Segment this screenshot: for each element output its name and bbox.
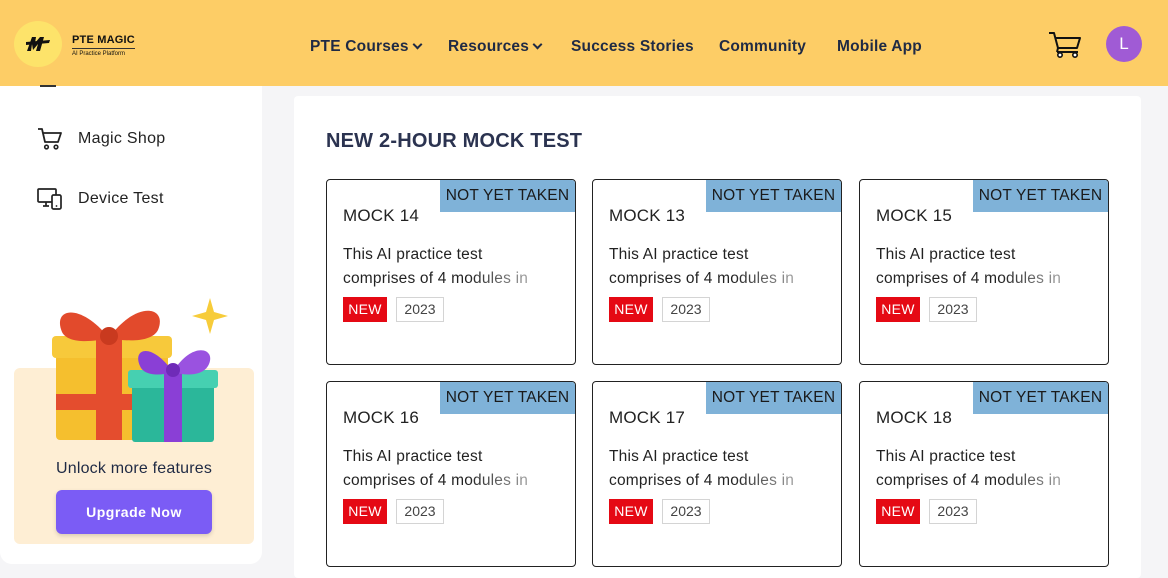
nav-pte-courses[interactable]: PTE Courses [310, 38, 423, 56]
upgrade-now-button[interactable]: Upgrade Now [56, 490, 212, 534]
mock-title: MOCK 15 [876, 206, 953, 225]
mock-title: MOCK 14 [343, 206, 420, 225]
sidebar: Magic Shop Device Test Unlock more featu… [0, 83, 262, 564]
year-badge: 2023 [396, 499, 444, 524]
status-badge: NOT YET TAKEN [706, 180, 841, 212]
mock-test-card[interactable]: NOT YET TAKEN MOCK 17 This AI practice t… [592, 381, 842, 567]
brand-tagline: AI Practice Platform [72, 51, 126, 57]
mock-description: This AI practice test comprises of 4 mod… [876, 243, 1091, 291]
description-line: This AI practice test [876, 448, 1016, 465]
mock-test-card[interactable]: NOT YET TAKEN MOCK 16 This AI practice t… [326, 381, 576, 567]
nav-resources[interactable]: Resources [448, 38, 543, 56]
cart-icon[interactable] [1048, 30, 1082, 58]
chevron-down-icon [412, 39, 423, 50]
description-line: comprises of 4 modules in [609, 469, 824, 493]
mock-description: This AI practice test comprises of 4 mod… [876, 445, 1091, 493]
description-line: comprises of 4 modules in [876, 469, 1091, 493]
mock-description: This AI practice test comprises of 4 mod… [343, 243, 558, 291]
main-content: NEW 2-HOUR MOCK TEST NOT YET TAKEN MOCK … [294, 96, 1141, 578]
mock-test-card[interactable]: NOT YET TAKEN MOCK 14 This AI practice t… [326, 179, 576, 365]
description-line: This AI practice test [343, 246, 483, 263]
nav-success-stories[interactable]: Success Stories [571, 38, 694, 56]
mock-description: This AI practice test comprises of 4 mod… [609, 445, 824, 493]
nav-pte-courses-label: PTE Courses [310, 38, 409, 55]
section-title: NEW 2-HOUR MOCK TEST [326, 130, 583, 152]
gift-boxes-illustration [52, 298, 228, 442]
top-header: PTE MAGIC AI Practice Platform PTE Cours… [0, 0, 1168, 86]
description-line: comprises of 4 modules in [343, 267, 558, 291]
status-badge: NOT YET TAKEN [973, 382, 1108, 414]
mock-test-card[interactable]: NOT YET TAKEN MOCK 13 This AI practice t… [592, 179, 842, 365]
chevron-down-icon [532, 39, 543, 50]
year-badge: 2023 [929, 499, 977, 524]
new-badge: NEW [876, 499, 920, 524]
year-badge: 2023 [396, 297, 444, 322]
brand[interactable]: PTE MAGIC AI Practice Platform [72, 34, 135, 57]
nav-resources-label: Resources [448, 38, 530, 55]
device-icon [37, 188, 62, 210]
status-badge: NOT YET TAKEN [440, 180, 575, 212]
year-badge: 2023 [662, 297, 710, 322]
mock-description: This AI practice test comprises of 4 mod… [343, 445, 558, 493]
mock-title: MOCK 18 [876, 408, 953, 427]
sidebar-item-partial[interactable] [40, 83, 56, 87]
mock-description: This AI practice test comprises of 4 mod… [609, 243, 824, 291]
user-avatar[interactable]: L [1106, 26, 1142, 62]
logo-mark-icon [26, 37, 50, 51]
mock-test-card[interactable]: NOT YET TAKEN MOCK 18 This AI practice t… [859, 381, 1109, 567]
description-line: comprises of 4 modules in [876, 267, 1091, 291]
description-line: This AI practice test [343, 448, 483, 465]
brand-name: PTE MAGIC [72, 34, 135, 49]
mock-title: MOCK 13 [609, 206, 686, 225]
new-badge: NEW [876, 297, 920, 322]
promo-text: Unlock more features [55, 460, 213, 477]
mock-test-card[interactable]: NOT YET TAKEN MOCK 15 This AI practice t… [859, 179, 1109, 365]
sidebar-item-label: Magic Shop [78, 130, 166, 147]
description-line: comprises of 4 modules in [609, 267, 824, 291]
nav-community[interactable]: Community [719, 38, 806, 56]
status-badge: NOT YET TAKEN [706, 382, 841, 414]
description-line: This AI practice test [876, 246, 1016, 263]
year-badge: 2023 [929, 297, 977, 322]
new-badge: NEW [343, 499, 387, 524]
description-line: This AI practice test [609, 448, 749, 465]
sidebar-item-label: Device Test [78, 190, 164, 207]
new-badge: NEW [343, 297, 387, 322]
description-line: comprises of 4 modules in [343, 469, 558, 493]
nav-mobile-app[interactable]: Mobile App [837, 38, 922, 56]
new-badge: NEW [609, 499, 653, 524]
pte-magic-logo[interactable] [14, 21, 62, 67]
shopping-cart-icon [38, 128, 62, 150]
description-line: This AI practice test [609, 246, 749, 263]
new-badge: NEW [609, 297, 653, 322]
mock-title: MOCK 16 [343, 408, 420, 427]
mock-title: MOCK 17 [609, 408, 686, 427]
year-badge: 2023 [662, 499, 710, 524]
status-badge: NOT YET TAKEN [973, 180, 1108, 212]
status-badge: NOT YET TAKEN [440, 382, 575, 414]
